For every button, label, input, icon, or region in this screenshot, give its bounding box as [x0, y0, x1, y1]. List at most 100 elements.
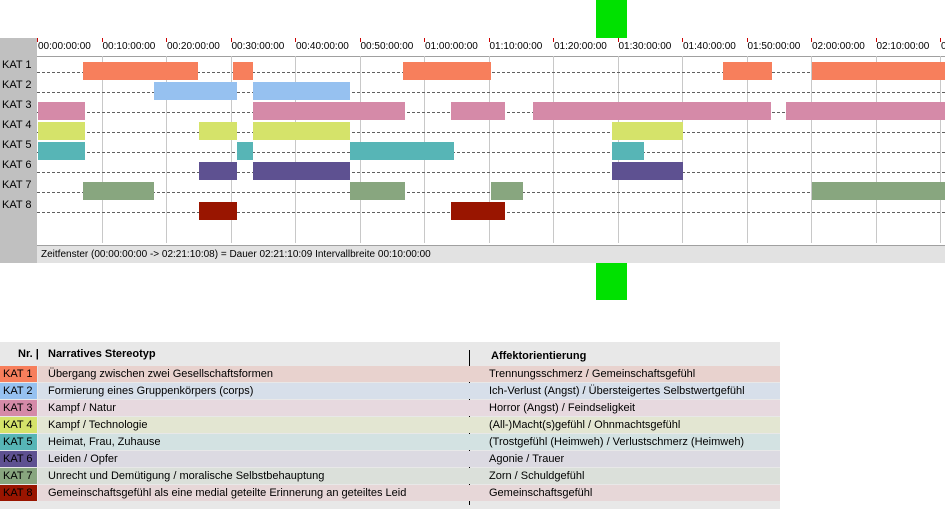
category-segment[interactable] [199, 162, 237, 180]
grid-line [875, 56, 877, 243]
ruler-tick-label: 00:50:00:00 [360, 41, 414, 52]
legend-kat-badge: KAT 8 [0, 485, 37, 501]
category-segment[interactable] [253, 162, 350, 180]
legend-affekt-text: Horror (Angst) / Feindseligkeit [489, 402, 636, 414]
track-label: KAT 2 [2, 79, 32, 91]
legend-kat-badge: KAT 3 [0, 400, 37, 416]
category-segment[interactable] [253, 82, 350, 100]
legend-kat-badge: KAT 5 [0, 434, 37, 450]
ruler-red-tick [166, 38, 167, 42]
grid-line [101, 56, 103, 243]
legend-table: Nr. | Narratives Stereotyp Affektorienti… [0, 342, 780, 509]
track-label: KAT 4 [2, 119, 32, 131]
category-segment[interactable] [83, 62, 199, 80]
time-ruler[interactable]: 00:00:00:00 00:10:00:00 00:20:00:00 00:30:0… [37, 38, 945, 57]
timeline-panel: KAT 1 KAT 2 KAT 3 KAT 4 KAT 5 KAT 6 KAT 7 KAT 8… [0, 38, 945, 263]
category-segment[interactable] [83, 182, 155, 200]
category-segment[interactable] [253, 122, 350, 140]
legend-affekt-text: Trennungsschmerz / Gemeinschaftsgefühl [489, 368, 696, 380]
grid-line [811, 56, 812, 243]
category-segment[interactable] [154, 82, 237, 100]
ruler-tick-label: 01:10:00:00 [489, 41, 543, 52]
ruler-tick-label: 01:40:00:00 [683, 41, 736, 52]
category-segment[interactable] [450, 202, 505, 220]
category-segment[interactable] [722, 62, 773, 80]
legend-kat-badge: KAT 7 [0, 468, 37, 484]
category-segment[interactable] [38, 102, 86, 120]
ruler-red-tick [617, 38, 619, 42]
category-segment[interactable] [236, 142, 254, 160]
ruler-tick-label: 01:00:00:00 [425, 41, 478, 52]
ruler-red-tick [424, 38, 425, 42]
track-label: KAT 6 [2, 159, 32, 171]
category-segment[interactable] [402, 62, 491, 80]
category-segment[interactable] [612, 122, 684, 140]
ruler-red-tick [811, 38, 812, 42]
track-label: KAT 3 [2, 99, 32, 111]
legend-kat-badge: KAT 6 [0, 451, 37, 467]
ruler-tick-label: 02:10:00:00 [876, 41, 930, 52]
track-label: KAT 1 [2, 59, 32, 71]
track-baseline [37, 152, 945, 153]
ruler-red-tick [359, 38, 361, 42]
ruler-red-tick [553, 38, 554, 42]
legend-stereotyp-text: Leiden / Opfer [48, 453, 118, 465]
category-segment[interactable] [490, 182, 523, 200]
legend-header-stereotyp: Narratives Stereotyp [48, 348, 156, 360]
ruler-red-tick [295, 38, 296, 42]
ruler-tick-label: 00:00:00:00 [38, 41, 91, 52]
category-segment[interactable] [612, 142, 645, 160]
legend-affekt-text: Gemeinschaftsgefühl [489, 487, 593, 499]
playhead-marker-bottom[interactable] [596, 263, 627, 300]
legend-stereotyp-text: Gemeinschaftsgefühl als eine medial gete… [48, 487, 407, 499]
ruler-tick-label: 00:40:00:00 [296, 41, 349, 52]
legend-stereotyp-text: Kampf / Natur [48, 402, 116, 414]
legend-affekt-text: (All-)Macht(s)gefühl / Ohnmachtsgefühl [489, 419, 681, 431]
track-label: KAT 8 [2, 199, 32, 211]
ruler-red-tick [875, 38, 877, 42]
category-segment[interactable] [253, 102, 405, 120]
legend-affekt-text: (Trostgefühl (Heimweh) / Verlustschmerz … [489, 436, 745, 448]
category-segment[interactable] [38, 142, 86, 160]
playhead-marker-top[interactable] [596, 0, 627, 38]
legend-affekt-text: Ich-Verlust (Angst) / Übersteigertes Sel… [489, 385, 745, 397]
ruler-tick-label: 02:00:00:00 [812, 41, 865, 52]
track-baseline [37, 172, 945, 173]
legend-kat-badge: KAT 2 [0, 383, 37, 399]
grid-line [682, 56, 683, 243]
legend-kat-badge: KAT 4 [0, 417, 37, 433]
legend-affekt-text: Agonie / Trauer [489, 453, 565, 465]
ruler-tick-label: 00:30:00:00 [231, 41, 285, 52]
ruler-tick-label: 01:50:00:00 [747, 41, 801, 52]
timeline-track-area[interactable]: 00:00:00:00 00:10:00:00 00:20:00:00 00:30:0… [37, 38, 945, 263]
ruler-red-tick [230, 38, 232, 42]
category-segment[interactable] [812, 182, 945, 200]
ruler-red-tick [746, 38, 748, 42]
ruler-tick-label: 01:20:00:00 [554, 41, 607, 52]
category-segment[interactable] [812, 62, 945, 80]
track-baseline [37, 132, 945, 133]
ruler-red-tick [682, 38, 683, 42]
legend-kat-badge: KAT 1 [0, 366, 37, 382]
category-segment[interactable] [232, 62, 254, 80]
status-bar: Zeitfenster (00:00:00:00 -> 02:21:10:08)… [37, 245, 945, 263]
ruler-red-tick [940, 38, 941, 42]
legend-stereotyp-text: Übergang zwischen zwei Gesellschaftsform… [48, 368, 273, 380]
track-label: KAT 7 [2, 179, 32, 191]
category-segment[interactable] [199, 122, 237, 140]
ruler-red-tick [488, 38, 490, 42]
track-label: KAT 5 [2, 139, 32, 151]
category-segment[interactable] [532, 102, 772, 120]
category-segment[interactable] [199, 202, 237, 220]
ruler-red-tick [101, 38, 103, 42]
category-segment[interactable] [450, 102, 505, 120]
category-segment[interactable] [349, 182, 405, 200]
ruler-tick-label: 00:10:00:00 [102, 41, 156, 52]
category-segment[interactable] [612, 162, 684, 180]
legend-affekt-text: Zorn / Schuldgefühl [489, 470, 585, 482]
category-segment[interactable] [38, 122, 86, 140]
category-segment[interactable] [349, 142, 455, 160]
ruler-tick-label: 00:20:00:00 [167, 41, 220, 52]
legend-row-background [38, 451, 780, 467]
category-segment[interactable] [786, 102, 945, 120]
